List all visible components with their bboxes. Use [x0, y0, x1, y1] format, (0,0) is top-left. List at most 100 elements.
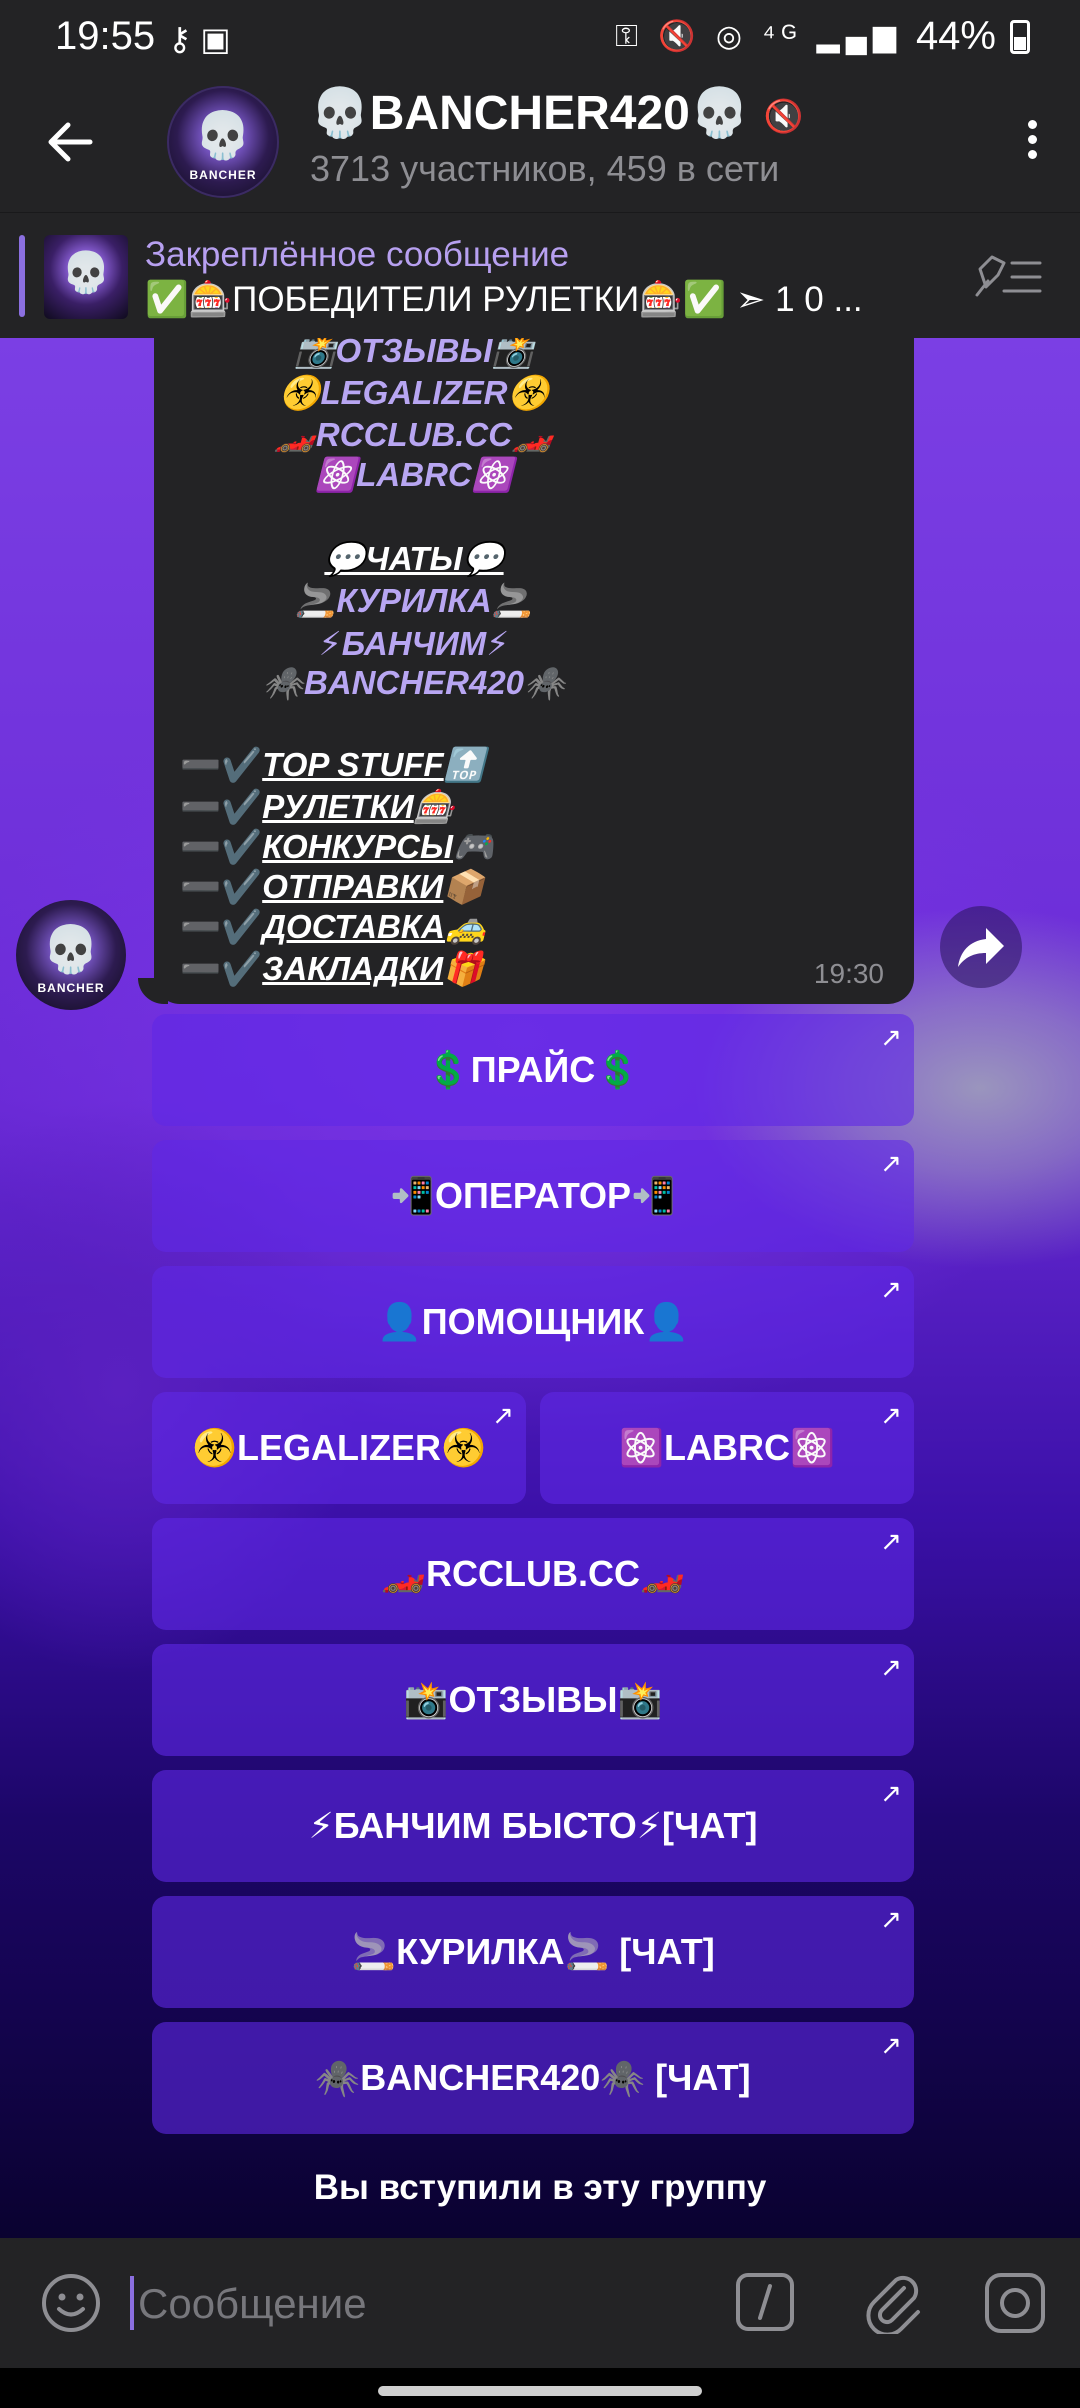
keyboard-button-rcclub[interactable]: 🏎️RCCLUB.CC🏎️ ↗	[152, 1518, 914, 1630]
back-button[interactable]	[40, 112, 100, 172]
pin-list-icon	[975, 255, 1042, 297]
message-list-item[interactable]: ➖✔️КОНКУРСЫ🎮	[180, 828, 494, 867]
list-item-text: ЗАКЛАДКИ	[262, 950, 444, 987]
sender-avatar[interactable]: 💀 BANCHER	[16, 900, 126, 1010]
button-label: 📸ОТЗЫВЫ📸	[403, 1679, 663, 1720]
camera-button[interactable]	[984, 2272, 1046, 2334]
emoji-icon	[42, 2274, 100, 2332]
chat-subtitle: 3713 участников, 459 в сети	[310, 148, 780, 189]
keyboard-button-labrc[interactable]: ⚛️LABRC⚛️ ↗	[540, 1392, 914, 1504]
attach-button[interactable]	[860, 2268, 924, 2337]
bubble-tail	[138, 978, 168, 1004]
list-bullet: ➖✔️	[180, 868, 263, 905]
pinned-message-bar[interactable]: 💀 Закреплённое сообщение ✅🎰ПОБЕДИТЕЛИ РУ…	[0, 212, 1080, 339]
list-item-text: КОНКУРСЫ	[262, 828, 454, 865]
emoji-button[interactable]	[40, 2272, 102, 2334]
external-link-icon: ↗	[880, 2030, 902, 2060]
forward-button[interactable]	[940, 906, 1022, 988]
keyboard-button-operator[interactable]: 📲ОПЕРАТОР📲 ↗	[152, 1140, 914, 1252]
status-notification-icons: ⚷ ▣	[168, 21, 231, 57]
message-link-legalizer[interactable]: ☣️LEGALIZER☣️	[154, 374, 674, 413]
message-link-rcclub[interactable]: 🏎️RCCLUB.CC🏎️	[154, 416, 674, 455]
external-link-icon: ↗	[492, 1400, 514, 1430]
slot-machine-icon: 🎰	[413, 788, 455, 825]
message-link-bancher420[interactable]: 🕷️BANCHER420🕷️	[154, 664, 674, 703]
message-link-reviews[interactable]: 📸ОТЗЫВЫ📸	[154, 338, 674, 371]
status-time: 19:55	[55, 14, 156, 58]
external-link-icon: ↗	[880, 1904, 902, 1934]
message-bubble[interactable]: 📸ОТЗЫВЫ📸 ☣️LEGALIZER☣️ 🏎️RCCLUB.CC🏎️ ⚛️L…	[154, 338, 914, 1004]
external-link-icon: ↗	[880, 1148, 902, 1178]
message-list-item[interactable]: ➖✔️ДОСТАВКА🚕	[180, 908, 486, 947]
pinned-text: ✅🎰ПОБЕДИТЕЛИ РУЛЕТКИ🎰✅ ➣ 1 0 ...	[145, 280, 863, 319]
button-label: 📲ОПЕРАТОР📲	[390, 1175, 676, 1216]
list-item-text: РУЛЕТКИ	[262, 788, 414, 825]
message-link-kurilka[interactable]: 🚬КУРИЛКА🚬	[154, 582, 674, 621]
message-input[interactable]	[136, 2268, 700, 2340]
button-label: 🕷️BANCHER420🕷️ [ЧАТ]	[315, 2057, 751, 2098]
chat-area[interactable]: 📸ОТЗЫВЫ📸 ☣️LEGALIZER☣️ 🏎️RCCLUB.CC🏎️ ⚛️L…	[0, 338, 1080, 2238]
avatar-label: BANCHER	[37, 980, 105, 995]
message-chats-header: 💬ЧАТЫ💬	[324, 540, 504, 577]
home-indicator[interactable]	[378, 2386, 702, 2396]
message-list-item[interactable]: ➖✔️ЗАКЛАДКИ🎁	[180, 950, 484, 989]
mute-icon: 🔇	[763, 98, 804, 135]
service-message: Вы вступили в эту группу	[313, 2168, 767, 2207]
keyboard-button-helper[interactable]: 👤ПОМОЩНИК👤 ↗	[152, 1266, 914, 1378]
external-link-icon: ↗	[880, 1400, 902, 1430]
battery-percent: 44%	[915, 14, 996, 58]
list-bullet: ➖✔️	[180, 828, 263, 865]
list-item-text: ДОСТАВКА	[262, 908, 445, 945]
chat-title[interactable]: 💀BANCHER420💀 🔇	[310, 84, 803, 141]
back-arrow-icon	[48, 122, 93, 162]
status-right: ⚿ 🔇 ◎ ⁴ᴳ ▂▄▆ 44%	[615, 14, 1030, 59]
external-link-icon: ↗	[880, 1652, 902, 1682]
skull-icon: 💀	[42, 923, 100, 975]
list-item-text: ОТПРАВКИ	[262, 868, 444, 905]
more-menu-button[interactable]	[1012, 114, 1052, 174]
share-arrow-icon	[958, 928, 1004, 967]
message-list-item[interactable]: ➖✔️TOP STUFF🔝	[180, 746, 485, 785]
keyboard-button-bancher420-chat[interactable]: 🕷️BANCHER420🕷️ [ЧАТ] ↗	[152, 2022, 914, 2134]
pinned-indicator	[19, 235, 25, 317]
button-label: ☣️LEGALIZER☣️	[192, 1427, 486, 1468]
top-icon: 🔝	[443, 746, 485, 783]
keyboard-button-banchim-chat[interactable]: ⚡БАНЧИМ БЫСТО⚡[ЧАТ] ↗	[152, 1770, 914, 1882]
message-list-item[interactable]: ➖✔️РУЛЕТКИ🎰	[180, 788, 455, 827]
text-caret	[130, 2276, 134, 2330]
keyboard-button-price[interactable]: 💲ПРАЙС💲 ↗	[152, 1014, 914, 1126]
list-bullet: ➖✔️	[180, 950, 263, 987]
message-list-item[interactable]: ➖✔️ОТПРАВКИ📦	[180, 868, 484, 907]
paperclip-icon	[866, 2275, 920, 2337]
skull-icon: 💀	[61, 251, 111, 295]
button-label: 🚬КУРИЛКА🚬 [ЧАТ]	[351, 1931, 715, 1972]
package-icon: 📦	[443, 868, 485, 905]
status-bar: 19:55 ⚷ ▣ ⚿ 🔇 ◎ ⁴ᴳ ▂▄▆ 44%	[0, 0, 1080, 74]
more-vertical-icon	[1012, 120, 1052, 159]
keyboard-button-legalizer[interactable]: ☣️LEGALIZER☣️ ↗	[152, 1392, 526, 1504]
external-link-icon: ↗	[880, 1274, 902, 1304]
gift-icon: 🎁	[443, 950, 485, 987]
keyboard-button-reviews[interactable]: 📸ОТЗЫВЫ📸 ↗	[152, 1644, 914, 1756]
button-label: ⚡БАНЧИМ БЫСТО⚡[ЧАТ]	[308, 1805, 758, 1846]
bot-commands-button[interactable]	[735, 2272, 795, 2332]
message-link-banchim[interactable]: ⚡БАНЧИМ⚡	[154, 624, 674, 663]
system-navigation-bar	[0, 2368, 1080, 2408]
external-link-icon: ↗	[880, 1526, 902, 1556]
external-link-icon: ↗	[880, 1022, 902, 1052]
message-composer	[0, 2238, 1080, 2368]
button-label: 💲ПРАЙС💲	[425, 1049, 641, 1090]
camera-icon	[985, 2273, 1045, 2333]
battery-icon	[1010, 19, 1030, 54]
pinned-list-button[interactable]	[974, 251, 1044, 301]
list-bullet: ➖✔️	[180, 908, 263, 945]
button-label: 👤ПОМОЩНИК👤	[376, 1301, 690, 1342]
message-link-labrc[interactable]: ⚛️LABRC⚛️	[154, 456, 674, 495]
slash-command-icon	[736, 2273, 794, 2331]
keyboard-button-kurilka-chat[interactable]: 🚬КУРИЛКА🚬 [ЧАТ] ↗	[152, 1896, 914, 2008]
taxi-icon: 🚕	[444, 908, 487, 945]
pinned-title: Закреплённое сообщение	[145, 235, 570, 274]
group-avatar[interactable]: 💀 BANCHER	[167, 86, 279, 198]
list-bullet: ➖✔️	[180, 746, 263, 783]
pinned-thumbnail: 💀	[44, 235, 128, 319]
